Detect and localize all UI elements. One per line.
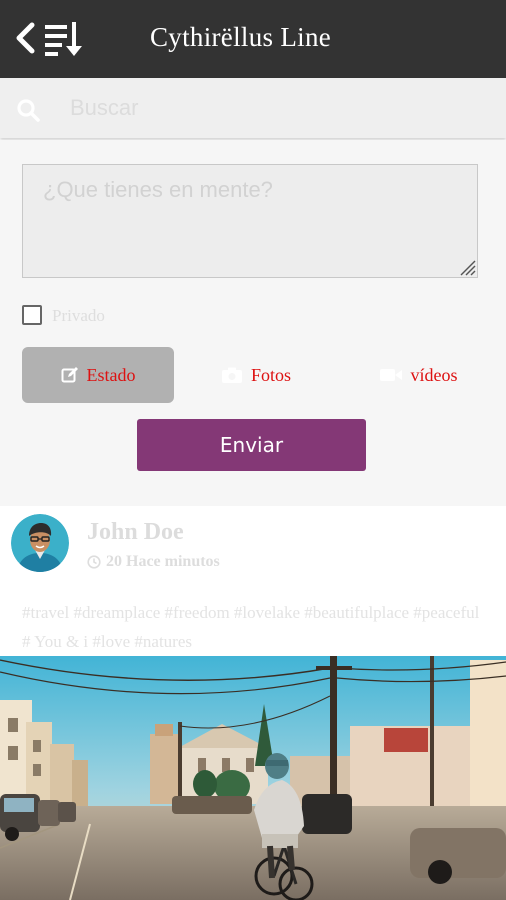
enviar-button[interactable]: Enviar [137, 419, 366, 471]
post-photo[interactable] [0, 656, 506, 900]
camera-icon [221, 367, 242, 383]
clock-icon [87, 555, 101, 569]
private-label: Privado [52, 306, 105, 325]
chevron-left-icon[interactable] [10, 19, 40, 57]
post-hashtags: #travel #dreamplace #freedom #lovelake #… [22, 603, 480, 651]
status-textarea[interactable] [22, 164, 478, 278]
tab-estado[interactable]: Estado [22, 347, 174, 403]
edit-icon [61, 367, 78, 383]
video-camera-icon [379, 369, 402, 381]
post-time: 20 Hace minutos [87, 553, 220, 571]
search-input[interactable] [64, 88, 506, 128]
post-author[interactable]: John Doe [87, 519, 184, 546]
tab-estado-label: Estado [86, 364, 136, 385]
app-bar: Cythirëllus Line [0, 0, 506, 78]
page-title: Cythirëllus Line [150, 22, 332, 52]
sort-list-down-icon[interactable] [44, 19, 84, 59]
tab-fotos-label: Fotos [250, 364, 292, 385]
search-icon [17, 99, 40, 122]
tab-videos-label: vídeos [410, 364, 458, 385]
resize-handle-icon[interactable] [456, 256, 476, 276]
tab-videos[interactable]: vídeos [358, 347, 478, 403]
private-checkbox[interactable] [22, 305, 42, 325]
post-time-text: 20 Hace minutos [106, 553, 220, 570]
tab-fotos[interactable]: Fotos [196, 347, 316, 403]
avatar[interactable] [11, 514, 69, 572]
